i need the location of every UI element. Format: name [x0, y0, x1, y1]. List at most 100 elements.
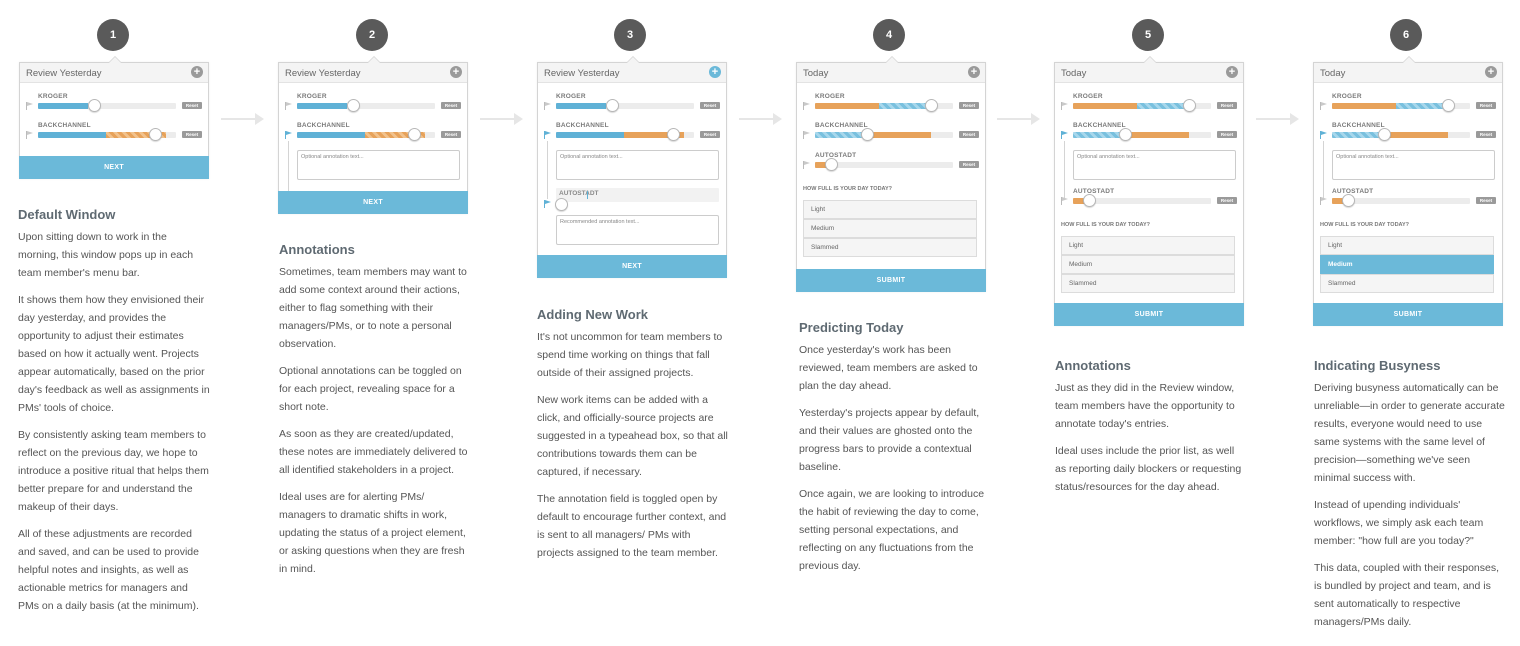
flag-icon[interactable] — [1320, 102, 1328, 110]
reset-button[interactable]: Reset — [441, 131, 461, 138]
progress-track[interactable] — [1073, 132, 1211, 138]
next-button[interactable]: NEXT — [19, 156, 209, 179]
project-name: KROGER — [38, 93, 68, 100]
flag-icon[interactable] — [544, 200, 552, 208]
flag-icon[interactable] — [803, 131, 811, 139]
reset-button[interactable]: Reset — [182, 131, 202, 138]
progress-fill — [879, 103, 931, 109]
flag-icon[interactable] — [1061, 197, 1069, 205]
reset-button[interactable]: Reset — [700, 102, 720, 109]
progress-track[interactable] — [297, 103, 435, 109]
step-number-badge: 6 — [1390, 19, 1422, 51]
slider-handle[interactable] — [606, 99, 619, 112]
reset-button[interactable]: Reset — [1476, 197, 1496, 204]
slider-handle[interactable] — [1442, 99, 1455, 112]
project-row: AUTOSTADT Reset — [1314, 188, 1502, 214]
add-project-icon[interactable]: + — [450, 66, 462, 78]
add-project-icon[interactable]: + — [191, 66, 203, 78]
slider-handle[interactable] — [925, 99, 938, 112]
progress-track[interactable] — [38, 103, 176, 109]
annotation-input[interactable]: Optional annotation text... — [1332, 150, 1495, 180]
option-slammed[interactable]: Slammed — [1320, 274, 1494, 293]
reset-button[interactable]: Reset — [1217, 102, 1237, 109]
progress-fill — [1332, 132, 1380, 138]
progress-track[interactable] — [556, 103, 694, 109]
option-slammed[interactable]: Slammed — [1061, 274, 1235, 293]
progress-fill — [297, 132, 365, 138]
project-row: BACKCHANNEL Reset — [797, 122, 985, 148]
slider-handle[interactable] — [1119, 128, 1132, 141]
flag-icon[interactable] — [26, 131, 34, 139]
add-project-icon[interactable]: + — [1226, 66, 1238, 78]
flag-icon[interactable] — [1320, 197, 1328, 205]
slider-handle[interactable] — [1083, 194, 1096, 207]
submit-button[interactable]: SUBMIT — [796, 269, 986, 292]
reset-button[interactable]: Reset — [1217, 197, 1237, 204]
progress-fill — [556, 132, 624, 138]
option-light[interactable]: Light — [1061, 236, 1235, 255]
progress-fill — [1137, 103, 1189, 109]
reset-button[interactable]: Reset — [182, 102, 202, 109]
window-title: Review Yesterday — [544, 68, 620, 79]
slider-handle[interactable] — [347, 99, 360, 112]
reset-button[interactable]: Reset — [1476, 102, 1496, 109]
reset-button[interactable]: Reset — [1217, 131, 1237, 138]
slider-handle[interactable] — [667, 128, 680, 141]
flag-icon[interactable] — [1061, 102, 1069, 110]
reset-button[interactable]: Reset — [441, 102, 461, 109]
option-slammed[interactable]: Slammed — [803, 238, 977, 257]
progress-track[interactable] — [815, 132, 953, 138]
slider-handle[interactable] — [555, 198, 568, 211]
flag-icon[interactable] — [285, 131, 293, 139]
slider-handle[interactable] — [408, 128, 421, 141]
annotation-input[interactable]: Optional annotation text... — [556, 150, 719, 180]
option-light[interactable]: Light — [1320, 236, 1494, 255]
flag-icon[interactable] — [544, 102, 552, 110]
flag-icon[interactable] — [803, 161, 811, 169]
section-heading: Annotations — [279, 242, 355, 257]
slider-handle[interactable] — [88, 99, 101, 112]
add-project-icon[interactable]: + — [968, 66, 980, 78]
submit-button[interactable]: SUBMIT — [1054, 303, 1244, 326]
add-project-icon[interactable]: + — [709, 66, 721, 78]
submit-button[interactable]: SUBMIT — [1313, 303, 1503, 326]
flag-icon[interactable] — [285, 102, 293, 110]
option-medium[interactable]: Medium — [803, 219, 977, 238]
paragraph: New work items can be added with a click… — [537, 394, 728, 478]
today-window: Today + KROGER Reset BACKCHANNEL Reset O… — [1313, 56, 1503, 326]
slider-handle[interactable] — [149, 128, 162, 141]
slider-handle[interactable] — [1342, 194, 1355, 207]
flag-icon[interactable] — [1061, 131, 1069, 139]
flag-icon[interactable] — [1320, 131, 1328, 139]
add-project-icon[interactable]: + — [1485, 66, 1497, 78]
paragraph: Yesterday's projects appear by default, … — [799, 407, 980, 473]
project-name: BACKCHANNEL — [556, 122, 609, 129]
flag-icon[interactable] — [803, 102, 811, 110]
option-light[interactable]: Light — [803, 200, 977, 219]
annotation-input[interactable]: Optional annotation text... — [1073, 150, 1236, 180]
next-button[interactable]: NEXT — [537, 255, 727, 278]
reset-button[interactable]: Reset — [959, 131, 979, 138]
project-name: KROGER — [556, 93, 586, 100]
slider-handle[interactable] — [825, 158, 838, 171]
slider-handle[interactable] — [1183, 99, 1196, 112]
slider-handle[interactable] — [1378, 128, 1391, 141]
progress-track[interactable] — [1332, 132, 1470, 138]
option-medium-selected[interactable]: Medium — [1320, 255, 1494, 274]
slider-handle[interactable] — [861, 128, 874, 141]
busyness-question: HOW FULL IS YOUR DAY TODAY? — [1320, 222, 1410, 228]
next-button[interactable]: NEXT — [278, 191, 468, 214]
new-project-typeahead[interactable]: AUTOSTADT — [556, 188, 719, 202]
project-row: BACKCHANNEL Reset — [20, 122, 208, 148]
flag-icon[interactable] — [26, 102, 34, 110]
reset-button[interactable]: Reset — [959, 102, 979, 109]
reset-button[interactable]: Reset — [959, 161, 979, 168]
option-medium[interactable]: Medium — [1061, 255, 1235, 274]
recommended-annotation-input[interactable]: Recommended annotation text... — [556, 215, 719, 245]
project-name: BACKCHANNEL — [1332, 122, 1385, 129]
flag-icon[interactable] — [544, 131, 552, 139]
annotation-input[interactable]: Optional annotation text... — [297, 150, 460, 180]
reset-button[interactable]: Reset — [1476, 131, 1496, 138]
reset-button[interactable]: Reset — [700, 131, 720, 138]
ghost-baseline-fill — [815, 103, 879, 109]
